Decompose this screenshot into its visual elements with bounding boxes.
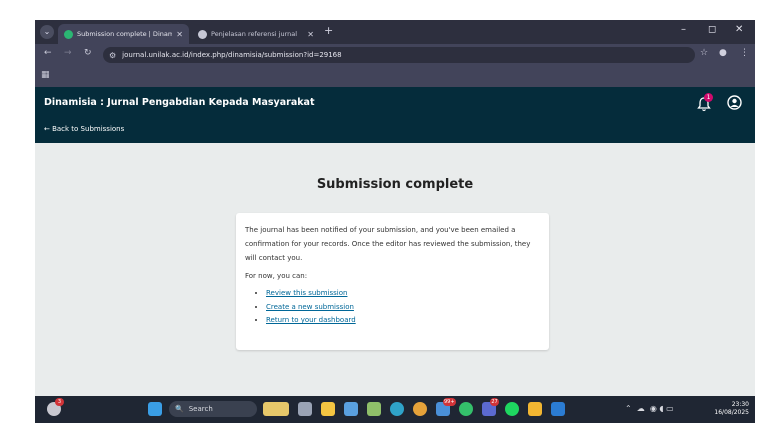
- list-item: Review this submission: [266, 287, 540, 301]
- tab-search-icon[interactable]: ⌄: [40, 25, 54, 39]
- clock-date: 16/08/2025: [714, 409, 749, 416]
- site-settings-icon[interactable]: ⚙: [109, 51, 116, 60]
- close-tab-icon[interactable]: ✕: [307, 30, 314, 39]
- edge-icon[interactable]: [390, 402, 404, 416]
- create-new-submission-link[interactable]: Create a new submission: [266, 303, 354, 311]
- tab-title: Penjelasan referensi jurnal: [211, 30, 298, 38]
- new-tab-icon[interactable]: +: [324, 24, 333, 37]
- confirmation-message: The journal has been notified of your su…: [245, 226, 531, 262]
- browser-menu-icon[interactable]: ⋮: [740, 48, 749, 58]
- restore-icon[interactable]: ◻: [708, 24, 716, 35]
- search-icon: 🔍: [175, 405, 184, 413]
- forward-arrow-icon[interactable]: →: [64, 48, 72, 58]
- chrome-icon[interactable]: [413, 402, 427, 416]
- chatgpt-favicon-icon: [198, 29, 207, 39]
- close-tab-icon[interactable]: ✕: [176, 30, 183, 39]
- list-item: Create a new submission: [266, 301, 540, 315]
- spotify-icon[interactable]: [505, 402, 519, 416]
- app-icon[interactable]: [344, 402, 358, 416]
- back-arrow-icon[interactable]: ←: [44, 48, 52, 58]
- next-steps-list: Review this submission Create a new subm…: [245, 287, 540, 328]
- browser-toolbar: ← → ↻ ⚙ journal.unilak.ac.id/index.php/d…: [35, 44, 755, 66]
- browser-window: ⌄ Submission complete | Dinamisia ✕ Penj…: [35, 20, 755, 423]
- minimize-icon[interactable]: –: [681, 24, 686, 35]
- reload-icon[interactable]: ↻: [84, 48, 92, 58]
- widgets-icon[interactable]: [263, 402, 289, 416]
- site-title[interactable]: Dinamisia : Jurnal Pengabdian Kepada Mas…: [44, 97, 315, 108]
- clock-time: 23:30: [731, 401, 749, 408]
- notification-badge: 1: [704, 93, 713, 102]
- list-item: Return to your dashboard: [266, 314, 540, 328]
- bookmarks-bar: ▦: [35, 66, 755, 87]
- return-to-dashboard-link[interactable]: Return to your dashboard: [266, 316, 356, 324]
- whatsapp-icon[interactable]: [459, 402, 473, 416]
- taskbar-search[interactable]: 🔍 Search: [169, 401, 257, 417]
- submission-complete-panel: The journal has been notified of your su…: [236, 213, 549, 350]
- profile-avatar-icon[interactable]: ●: [719, 48, 727, 58]
- bookmark-star-icon[interactable]: ☆: [700, 48, 708, 58]
- word-icon[interactable]: [551, 402, 565, 416]
- tab-strip: ⌄ Submission complete | Dinamisia ✕ Penj…: [35, 20, 755, 44]
- system-tray-icons[interactable]: ⌃ ☁ ◉ ◖ ▭: [625, 404, 674, 413]
- file-explorer-icon[interactable]: [321, 402, 335, 416]
- weather-badge: 3: [55, 398, 64, 406]
- tab-penjelasan[interactable]: Penjelasan referensi jurnal ✕: [192, 24, 320, 44]
- windows-taskbar: 3 🔍 Search 99+ 27 ⌃ ☁ ◉ ◖ ▭ 23:30 16/08/…: [35, 396, 755, 423]
- apps-grid-icon[interactable]: ▦: [41, 70, 50, 80]
- user-account-icon[interactable]: [727, 95, 742, 110]
- messaging-badge: 99+: [443, 398, 456, 406]
- store-icon[interactable]: [367, 402, 381, 416]
- search-label: Search: [188, 405, 213, 413]
- teams-badge: 27: [490, 398, 499, 406]
- journal-header: Dinamisia : Jurnal Pengabdian Kepada Mas…: [35, 87, 755, 143]
- start-windows-icon[interactable]: [148, 402, 162, 416]
- review-submission-link[interactable]: Review this submission: [266, 289, 347, 297]
- close-window-icon[interactable]: ✕: [735, 24, 743, 35]
- clock[interactable]: 23:30 16/08/2025: [703, 401, 749, 417]
- address-bar[interactable]: ⚙ journal.unilak.ac.id/index.php/dinamis…: [103, 47, 695, 63]
- back-to-submissions-link[interactable]: ← Back to Submissions: [44, 125, 124, 133]
- url-text: journal.unilak.ac.id/index.php/dinamisia…: [122, 51, 342, 59]
- task-view-icon[interactable]: [298, 402, 312, 416]
- page-title: Submission complete: [316, 177, 474, 192]
- tab-title: Submission complete | Dinamisia: [77, 30, 173, 38]
- next-steps-label: For now, you can:: [245, 272, 308, 280]
- sticky-notes-icon[interactable]: [528, 402, 542, 416]
- journal-favicon-icon: [64, 29, 73, 39]
- tab-submission-complete[interactable]: Submission complete | Dinamisia ✕: [58, 24, 189, 44]
